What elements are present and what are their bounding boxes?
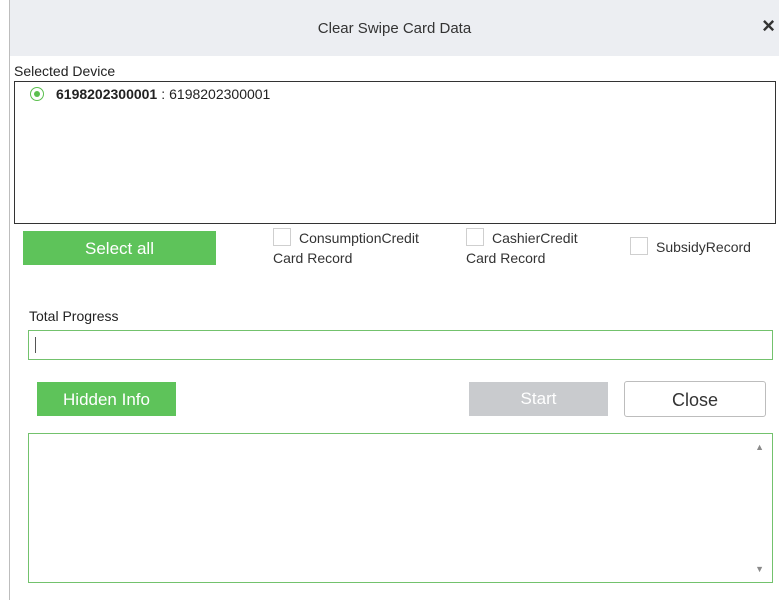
cashier-credit-label-line1: CashierCredit [492,230,578,246]
cashier-credit-label-line2: Card Record [466,250,546,266]
hidden-info-button[interactable]: Hidden Info [37,382,176,416]
select-all-button[interactable]: Select all [23,231,216,265]
subsidy-record-checkbox[interactable] [630,237,648,255]
dialog-left-border [9,0,10,600]
scroll-up-icon[interactable]: ▲ [755,442,764,452]
cashier-credit-card-record-option[interactable]: CashierCredit Card Record [466,228,578,268]
close-button[interactable]: Close [624,381,766,417]
total-progress-label: Total Progress [29,308,119,324]
selected-device-label: Selected Device [14,63,116,79]
device-id: 6198202300001 [56,86,158,102]
device-separator: : [161,86,166,102]
progress-caret [35,337,36,353]
consumption-credit-label-line1: ConsumptionCredit [299,230,419,246]
consumption-credit-checkbox[interactable] [273,228,291,246]
close-icon[interactable]: × [762,15,775,37]
consumption-credit-label-line2: Card Record [273,250,353,266]
device-radio[interactable] [30,87,44,101]
subsidy-record-label: SubsidyRecord [656,239,751,255]
clear-swipe-card-dialog: Clear Swipe Card Data × Selected Device … [0,0,779,600]
device-item[interactable]: 6198202300001 : 6198202300001 [30,86,270,102]
cashier-credit-checkbox[interactable] [466,228,484,246]
scroll-down-icon[interactable]: ▼ [755,564,764,574]
consumption-credit-card-record-option[interactable]: ConsumptionCredit Card Record [273,228,419,268]
dialog-titlebar: Clear Swipe Card Data × [10,0,779,56]
total-progress-bar [28,330,773,360]
start-button[interactable]: Start [469,382,608,416]
dialog-title: Clear Swipe Card Data [317,20,472,37]
info-log-area[interactable]: ▲ ▼ [28,433,773,583]
subsidy-record-option[interactable]: SubsidyRecord [630,237,751,257]
device-name: 6198202300001 [169,86,271,102]
device-list: 6198202300001 : 6198202300001 [14,81,776,224]
